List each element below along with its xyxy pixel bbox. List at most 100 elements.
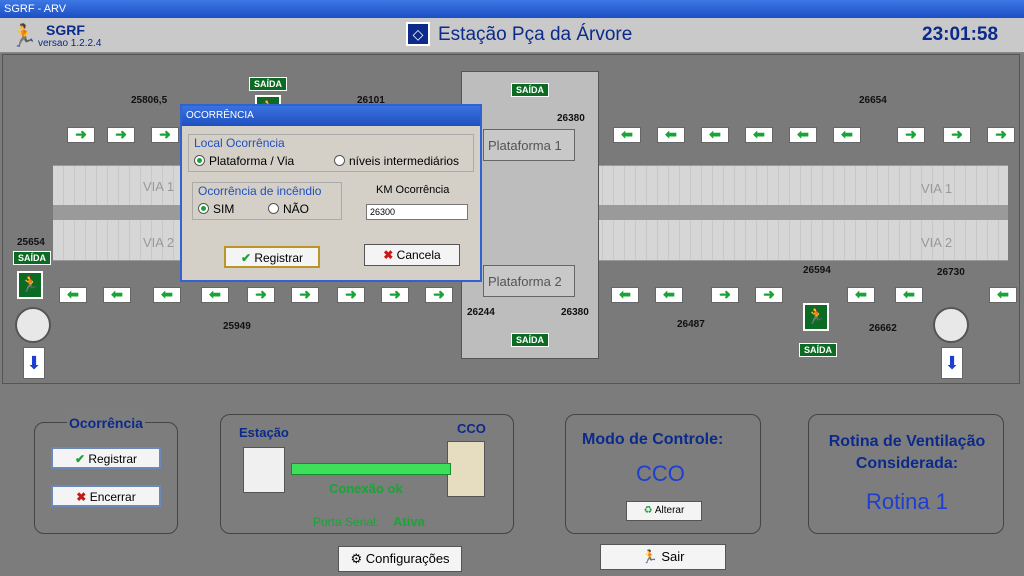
dialog-cancela-label: Cancela bbox=[396, 248, 441, 262]
km-label: 26380 bbox=[561, 307, 589, 318]
saida-sign: SAÍDA bbox=[13, 251, 52, 265]
clock: 23:01:58 bbox=[922, 24, 999, 45]
metro-logo-icon: ◇ bbox=[406, 22, 430, 46]
km-label: 25806,5 bbox=[131, 95, 168, 106]
exit-icon: 🏃 bbox=[803, 303, 829, 331]
running-man-icon: 🏃 bbox=[641, 549, 662, 564]
alterar-label: Alterar bbox=[654, 505, 685, 516]
km-label: 26654 bbox=[859, 95, 887, 106]
radio-sim[interactable]: SIM bbox=[198, 202, 234, 216]
km-ocorrencia-label: KM Ocorrência bbox=[376, 184, 450, 196]
radio-niveis[interactable]: níveis intermediários bbox=[334, 154, 459, 168]
window-title-bar: SGRF - ARV bbox=[0, 0, 1024, 18]
conexao-panel: Estação CCO Conexão ok Porta Serial: Ati… bbox=[220, 414, 514, 534]
running-man-icon: 🏃 bbox=[10, 23, 38, 48]
ocorrencia-panel: Ocorrência ✔ Registrar ✖ Encerrar bbox=[34, 415, 178, 534]
close-icon: ✖ bbox=[76, 490, 90, 504]
configuracoes-label: Configurações bbox=[365, 551, 450, 566]
app-name: SGRF bbox=[46, 22, 85, 38]
flow-arrow-right: ➜ bbox=[987, 127, 1015, 143]
ocorrencia-title: Ocorrência bbox=[67, 415, 145, 431]
app-version: versao 1.2.2.4 bbox=[38, 38, 102, 49]
app-header: 🏃 SGRF versao 1.2.2.4 ◇ Estação Pça da Á… bbox=[0, 18, 1024, 53]
local-ocorrencia-label: Local Ocorrência bbox=[194, 136, 285, 150]
dialog-cancela-button[interactable]: ✖ Cancela bbox=[364, 244, 460, 266]
flow-arrow-left: ⬅ bbox=[201, 287, 229, 303]
connection-line bbox=[291, 463, 451, 475]
flow-arrow-left: ⬅ bbox=[103, 287, 131, 303]
flow-arrow-left: ⬅ bbox=[153, 287, 181, 303]
flow-arrow-right: ➜ bbox=[425, 287, 453, 303]
radio-nao[interactable]: NÃO bbox=[268, 202, 309, 216]
fan-icon[interactable] bbox=[933, 307, 969, 343]
via-1-label-right: VIA 1 bbox=[921, 181, 953, 196]
arrow-down-icon: ⬇ bbox=[23, 347, 45, 379]
flow-arrow-left: ⬅ bbox=[701, 127, 729, 143]
via-2-label-right: VIA 2 bbox=[921, 235, 953, 250]
registrar-button[interactable]: ✔ Registrar bbox=[51, 447, 161, 469]
platform-1-label: Plataforma 1 bbox=[488, 138, 562, 153]
flow-arrow-left: ⬅ bbox=[789, 127, 817, 143]
rotina-value: Rotina 1 bbox=[866, 489, 948, 514]
km-label: 26662 bbox=[869, 323, 897, 334]
exit-icon: 🏃 bbox=[17, 271, 43, 299]
modo-title: Modo de Controle: bbox=[582, 431, 724, 448]
dialog-registrar-label: Registrar bbox=[254, 251, 304, 265]
radio-sim-label: SIM bbox=[213, 202, 235, 216]
modo-value: CCO bbox=[636, 461, 685, 486]
km-label: 25654 bbox=[17, 237, 45, 248]
flow-arrow-left: ⬅ bbox=[833, 127, 861, 143]
registrar-label: Registrar bbox=[88, 452, 138, 466]
flow-arrow-right: ➜ bbox=[247, 287, 275, 303]
via-1-label-left: VIA 1 bbox=[143, 179, 175, 194]
km-label: 26244 bbox=[467, 307, 495, 318]
estacao-label: Estação bbox=[239, 425, 289, 440]
check-icon: ✔ bbox=[74, 452, 89, 466]
sair-label: Sair bbox=[661, 549, 685, 564]
flow-arrow-right: ➜ bbox=[897, 127, 925, 143]
saida-sign: SAÍDA bbox=[249, 77, 288, 91]
via-2-label-left: VIA 2 bbox=[143, 235, 175, 250]
encerrar-button[interactable]: ✖ Encerrar bbox=[51, 485, 161, 507]
flow-arrow-right: ➜ bbox=[755, 287, 783, 303]
km-label: 26380 bbox=[557, 113, 585, 124]
radio-plataforma[interactable]: Plataforma / Via bbox=[194, 154, 294, 168]
flow-arrow-left: ⬅ bbox=[611, 287, 639, 303]
server-icon bbox=[447, 441, 485, 497]
flow-arrow-left: ⬅ bbox=[989, 287, 1017, 303]
flow-arrow-left: ⬅ bbox=[847, 287, 875, 303]
platform-1: Plataforma 1 bbox=[483, 129, 575, 161]
km-ocorrencia-input[interactable]: 26300 bbox=[366, 204, 468, 220]
rotina-panel: Rotina de Ventilação Considerada: Rotina… bbox=[808, 414, 1004, 534]
alterar-button[interactable]: ♻ Alterar bbox=[626, 501, 702, 521]
ocorrencia-dialog: OCORRÊNCIA Local Ocorrência Plataforma /… bbox=[180, 104, 482, 282]
radio-nao-label: NÃO bbox=[283, 202, 310, 216]
close-icon: ✖ bbox=[383, 248, 397, 262]
configuracoes-button[interactable]: ⚙ Configurações bbox=[338, 546, 462, 572]
flow-arrow-left: ⬅ bbox=[895, 287, 923, 303]
radio-niveis-label: níveis intermediários bbox=[349, 154, 460, 168]
flow-arrow-left: ⬅ bbox=[59, 287, 87, 303]
porta-serial-label: Porta Serial: bbox=[313, 515, 380, 529]
flow-arrow-right: ➜ bbox=[943, 127, 971, 143]
flow-arrow-right: ➜ bbox=[107, 127, 135, 143]
dialog-registrar-button[interactable]: ✔ Registrar bbox=[224, 246, 320, 268]
km-label: 26730 bbox=[937, 267, 965, 278]
cco-label: CCO bbox=[457, 421, 486, 436]
gears-icon: ⚙ bbox=[350, 551, 366, 566]
window-title: SGRF - ARV bbox=[4, 3, 67, 15]
arrow-down-icon: ⬇ bbox=[941, 347, 963, 379]
porta-serial-value: Ativa bbox=[393, 514, 425, 529]
computer-icon bbox=[243, 447, 285, 493]
modo-panel: Modo de Controle: CCO ♻ Alterar bbox=[565, 414, 761, 534]
dialog-title: OCORRÊNCIA bbox=[182, 106, 480, 126]
km-label: 25949 bbox=[223, 321, 251, 332]
flow-arrow-right: ➜ bbox=[67, 127, 95, 143]
rotina-title-1: Rotina de Ventilação bbox=[828, 433, 986, 450]
flow-arrow-right: ➜ bbox=[291, 287, 319, 303]
fan-icon[interactable] bbox=[15, 307, 51, 343]
flow-arrow-right: ➜ bbox=[381, 287, 409, 303]
station-diagram: VIA 1 VIA 1 VIA 2 VIA 2 Plataforma 1 Pla… bbox=[2, 54, 1020, 384]
sair-button[interactable]: 🏃 Sair bbox=[600, 544, 726, 570]
flow-arrow-right: ➜ bbox=[337, 287, 365, 303]
